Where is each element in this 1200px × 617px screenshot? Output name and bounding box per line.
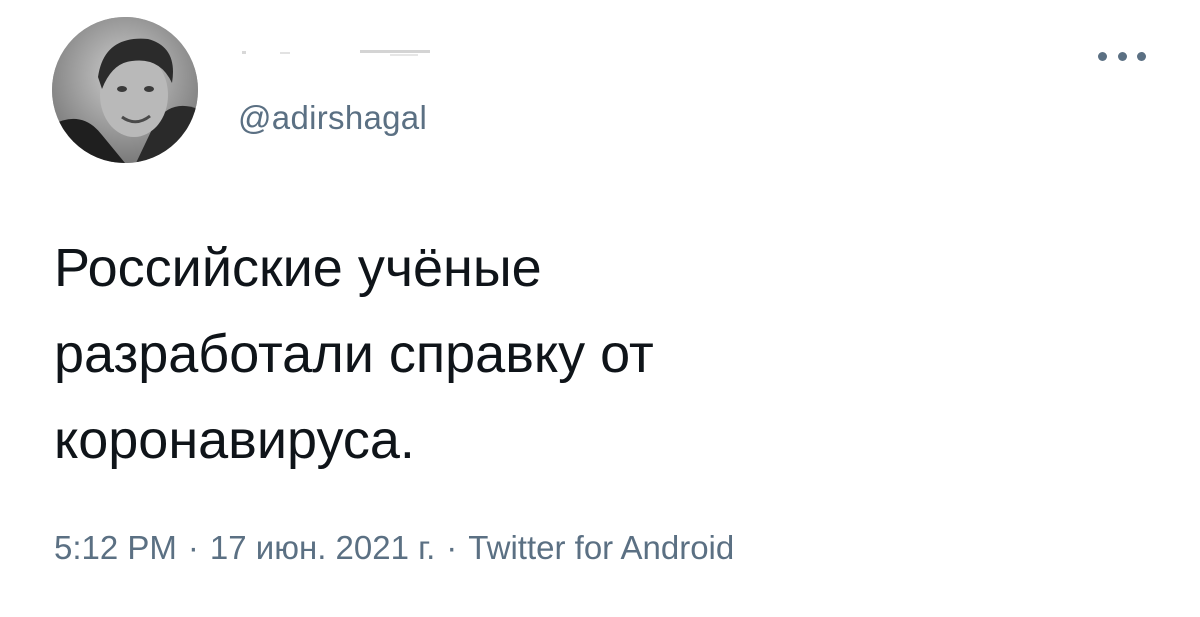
avatar[interactable] [52, 17, 198, 163]
meta-separator: · [446, 529, 458, 566]
author-handle[interactable]: @adirshagal [238, 98, 427, 138]
more-dot-1 [1098, 51, 1107, 61]
more-dot-2 [1117, 51, 1127, 61]
tweet-text-line: разработали справку от [54, 324, 654, 384]
more-dot-3 [1137, 51, 1146, 61]
avatar-photo [52, 17, 198, 163]
more-options-icon[interactable] [1098, 44, 1146, 68]
display-name-blurred [240, 46, 440, 60]
tweet-text-line: коронавируса. [54, 410, 415, 470]
tweet-text: Российские учёные разработали справку от… [54, 225, 1054, 483]
tweet-meta: 5:12 PM · 17 июн. 2021 г. · Twitter for Andr… [54, 528, 734, 568]
tweet-date[interactable]: 17 июн. 2021 г. [210, 529, 435, 566]
tweet-text-line: Российские учёные [54, 238, 542, 298]
meta-separator: · [187, 529, 199, 566]
tweet-card: @adirshagal Российские учёные разработал… [0, 0, 1200, 617]
tweet-source[interactable]: Twitter for Android [468, 529, 734, 566]
tweet-time[interactable]: 5:12 PM [54, 529, 177, 566]
